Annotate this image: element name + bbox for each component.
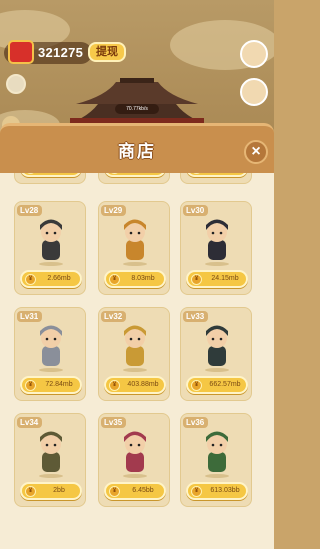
withdraw-button[interactable]: 提现 (88, 42, 126, 62)
shop-item-card: Lv31 ¥72.84mb (14, 307, 86, 401)
buy-button[interactable]: ¥96.78kb (20, 173, 82, 177)
buy-button[interactable]: ¥291.89kb (104, 173, 166, 177)
character-sprite (39, 325, 63, 372)
character-sprite (39, 219, 63, 266)
coin-icon: ¥ (25, 380, 36, 391)
coin-icon: ¥ (25, 173, 36, 174)
character-sprite (123, 431, 147, 478)
coin-icon: ¥ (191, 173, 202, 174)
character-sprite (205, 219, 229, 266)
character-sprite (205, 431, 229, 478)
bag-icon[interactable] (240, 40, 268, 68)
building-income-plate: 70.77kb/s (115, 104, 159, 114)
coin-icon: ¥ (191, 274, 202, 285)
item-price: 6.45bb (132, 487, 154, 494)
item-price: 613.03bb (210, 487, 240, 494)
coin-icon: ¥ (25, 486, 36, 497)
buy-button[interactable]: ¥8.03mb (104, 270, 166, 288)
shop-item-card: Lv36 ¥613.03bb (180, 413, 252, 507)
item-price: 8.03mb (131, 275, 155, 282)
buy-button[interactable]: ¥880.33kb (186, 173, 248, 177)
coin-icon: ¥ (25, 274, 36, 285)
gift-icon[interactable] (240, 78, 268, 106)
shop-item-card: ¥291.89kb (98, 173, 170, 184)
buy-button[interactable]: ¥2bb (20, 482, 82, 500)
shop-item-card: Lv33 ¥662.57mb (180, 307, 252, 401)
character-sprite (205, 325, 229, 372)
item-price: 2bb (53, 487, 65, 494)
coin-icon: ¥ (109, 380, 120, 391)
item-price: 662.57mb (209, 381, 241, 388)
shop-title: 商店 (118, 142, 156, 161)
money-counter: 321275 (38, 45, 84, 60)
item-price: 24.15mb (211, 275, 239, 282)
shop-item-card: Lv35 ¥6.45bb (98, 413, 170, 507)
character-sprite (123, 325, 147, 372)
character-sprite (123, 219, 147, 266)
shop-item-card: ¥96.78kb (14, 173, 86, 184)
buy-button[interactable]: ¥662.57mb (186, 376, 248, 394)
character-sprite (39, 431, 63, 478)
coin-icon: ¥ (109, 274, 120, 285)
buy-button[interactable]: ¥72.84mb (20, 376, 82, 394)
bonus-icon[interactable] (6, 74, 26, 94)
buy-button[interactable]: ¥6.45bb (104, 482, 166, 500)
coin-icon: ¥ (191, 380, 202, 391)
shop-item-card: Lv32 ¥403.88mb (98, 307, 170, 401)
buy-button[interactable]: ¥403.88mb (104, 376, 166, 394)
item-price: 2.66mb (47, 275, 71, 282)
coin-icon: ¥ (109, 486, 120, 497)
coin-icon: ¥ (109, 173, 120, 174)
shop-item-card: Lv29 ¥8.03mb (98, 201, 170, 295)
buy-button[interactable]: ¥2.66mb (20, 270, 82, 288)
coin-icon: ¥ (191, 486, 202, 497)
shop-item-card: Lv30 ¥24.15mb (180, 201, 252, 295)
close-button[interactable]: × (244, 140, 268, 164)
shop-item-card: Lv34 ¥2bb (14, 413, 86, 507)
item-price: 403.88mb (127, 381, 159, 388)
buy-button[interactable]: ¥613.03bb (186, 482, 248, 500)
shop-modal-body: ¥96.78kb ¥291.89kb ¥880.33kb Lv28¥2.66mbLv2… (0, 173, 274, 549)
red-envelope-icon (8, 40, 34, 64)
buy-button[interactable]: ¥24.15mb (186, 270, 248, 288)
shop-item-card: ¥880.33kb (180, 173, 252, 184)
item-price: 72.84mb (45, 381, 73, 388)
shop-item-card: Lv28 ¥2.66mb (14, 201, 86, 295)
